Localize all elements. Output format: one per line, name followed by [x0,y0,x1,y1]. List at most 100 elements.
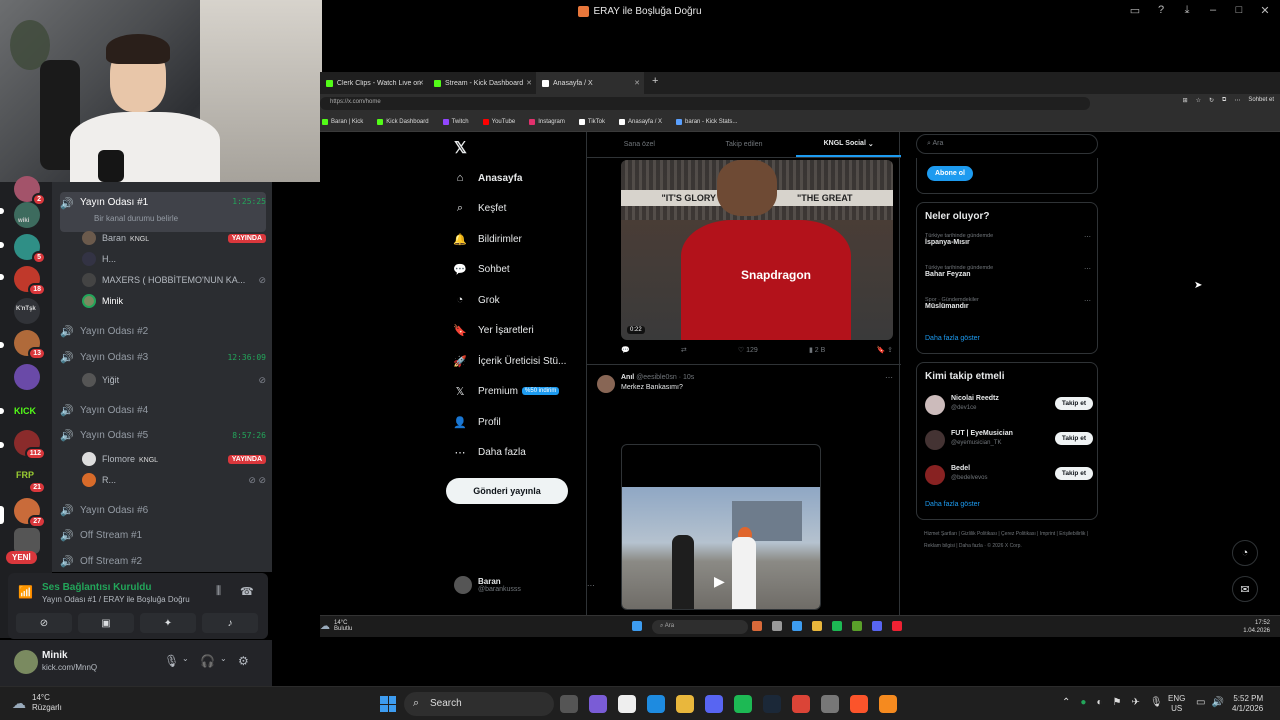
voice-location[interactable]: Yayın Odası #1 / ERAY ile Boşluğa Doğru [42,595,190,604]
user-name[interactable]: Minik [42,650,68,661]
nav-grok[interactable]: ◔ Grok [452,290,500,310]
grok-icon[interactable]: ◔ [1232,540,1258,566]
account-switcher[interactable]: Baran @barankusss ⋯ [454,576,595,594]
weather-widget[interactable]: ☁ 14°C Rüzgarlı [12,693,62,713]
voice-channel[interactable]: 🔊 Yayın Odası #6 [60,498,266,522]
maximize-button[interactable]: □ [1232,4,1246,17]
bookmark[interactable]: Baran | Kick [322,118,363,125]
x-logo-icon[interactable]: 𝕏 [454,138,467,158]
channel-status[interactable]: Bir kanal durumu belirle [94,214,178,223]
store-icon[interactable] [618,695,636,713]
app-icon[interactable] [752,621,762,631]
trend-item[interactable]: Türkiye tarihinde gündemde Bahar Feyzan ⋯ [925,265,1091,278]
message-icon[interactable]: ✉ [1232,576,1258,602]
refresh-icon[interactable]: ↻ [1209,97,1214,104]
bookmark-icon[interactable]: 🔖 ⇪ [876,346,893,354]
copilot-icon[interactable] [589,695,607,713]
spotify-icon[interactable] [832,621,842,631]
app-icon[interactable] [821,695,839,713]
nav-premium[interactable]: 𝕏 Premium %50 indirim [452,381,560,401]
footer-links[interactable]: Hizmet Şartları | Gizlilik Politikası | … [924,528,1100,552]
screen-icon[interactable]: ▭ [1128,4,1142,17]
task-view-icon[interactable] [560,695,578,713]
browser-tab[interactable]: Stream - Kick Dashboard ✕ [428,72,536,94]
avatar[interactable] [597,375,615,393]
more-icon[interactable]: ⋯ [885,373,893,382]
search-input[interactable]: ⌕ Ara [652,620,748,634]
clock[interactable]: 5:52 PM 4/1/2026 [1232,694,1263,714]
bookmark[interactable]: Kick Dashboard [377,118,429,125]
retweet-icon[interactable]: ⇄ [681,346,687,354]
tweet-video[interactable]: ▶ [621,444,821,610]
close-button[interactable]: ✕ [1258,4,1272,17]
voice-user[interactable]: Minik [82,291,266,311]
volume-icon[interactable]: 🔊 [1211,697,1223,708]
discord-icon[interactable] [705,695,723,713]
screen-share-button[interactable]: ▣ [78,613,134,633]
trend-item[interactable]: Spor · Gündemdekiler Müslümandır ⋯ [925,297,1091,310]
more-icon[interactable]: ⋯ [1084,233,1091,241]
edge-icon[interactable] [792,621,802,631]
post-button[interactable]: Gönderi yayınla [446,478,568,504]
copilot-button[interactable]: Sohbet et [1248,97,1274,104]
server-icon[interactable]: 2 [14,176,46,206]
more-icon[interactable]: ⋯ [1084,297,1091,305]
tweet[interactable]: Anıl @eesible0sn · 10s Merkez Bankasımı?… [587,364,901,393]
camera-off-button[interactable]: ⊘ [16,613,72,633]
voice-channel[interactable]: 🔊 Off Stream #2 [60,549,266,573]
follow-button[interactable]: Takip et [1054,397,1093,410]
show-more-link[interactable]: Daha fazla göster [925,501,980,508]
nav-more[interactable]: ⋯ Daha fazla [452,442,526,462]
app-tray-icon[interactable]: ● [1080,697,1086,708]
tab-for-you[interactable]: Sana özel [587,132,692,157]
search-input[interactable]: ⌕ Search [404,692,554,716]
nav-home[interactable]: ⌂ Anasayfa [452,168,523,188]
gear-icon[interactable]: ⚙ [238,654,249,668]
bookmark[interactable]: Twitch [442,118,469,125]
bookmark[interactable]: YouTube [482,118,515,125]
follow-suggestion[interactable]: Bedel @bedelvevos Takip et [925,463,1093,489]
new-tab-button[interactable]: + [644,72,666,94]
voice-channel[interactable]: 🔊 Off Stream #1 [60,523,266,547]
tweet-video[interactable]: "IT'S GLORY "THE GREAT Snapdragon 0:22 [621,160,893,340]
soundboard-button[interactable]: ♪ [202,613,258,633]
play-icon[interactable]: ▶ [714,573,725,590]
bookmark[interactable]: Anasayfa / X [619,118,662,125]
help-icon[interactable]: ? [1154,4,1168,17]
new-badge[interactable]: YENİ [6,551,37,564]
voice-channel[interactable]: 🔊 Yayın Odası #3 12:36:09 [60,345,266,369]
server-icon[interactable]: 13 [14,330,46,360]
headphones-icon[interactable]: 🎧 [200,654,215,668]
folder-icon[interactable] [812,621,822,631]
follow-button[interactable]: Takip et [1054,432,1093,445]
server-icon[interactable] [14,364,40,390]
voice-channel[interactable]: 🔊 Yayın Odası #5 8:57:26 [60,423,266,447]
nav-chat[interactable]: 💬 Sohbet [452,259,510,279]
brave-icon[interactable] [850,695,868,713]
server-icon[interactable]: FRP 21 [14,464,46,494]
nav-notifications[interactable]: 🔔 Bildirimler [452,229,522,249]
show-more-link[interactable]: Daha fazla göster [925,335,980,342]
voice-user[interactable]: Flomore KNGL YAYINDA [82,449,266,469]
star-icon[interactable]: ☆ [1196,97,1201,104]
more-icon[interactable]: ⋯ [1084,265,1091,273]
language-indicator[interactable]: ENG US [1168,694,1185,714]
voice-channel-active[interactable]: 🔊 Yayın Odası #1 1:25:25 Bir kanal durum… [60,192,266,232]
weather-widget[interactable]: ☁ 14°C Bulutlu [320,620,352,632]
menu-icon[interactable]: ⋯ [1234,97,1240,104]
voice-status[interactable]: Ses Bağlantısı Kuruldu [42,582,151,593]
voice-channel[interactable]: 🔊 Yayın Odası #2 [60,319,266,343]
browser-tab-active[interactable]: Anasayfa / X ✕ [536,72,644,94]
bookmark[interactable]: baran - Kick Stats... [676,118,737,125]
chevron-down-icon[interactable]: ⌄ [220,654,227,663]
disconnect-icon[interactable]: ☎ [240,585,254,598]
app-tray-icon[interactable]: ✈ [1131,697,1139,708]
address-bar[interactable]: https://x.com/home [320,97,1090,110]
chevron-up-icon[interactable]: ⌃ [1062,697,1070,708]
browser-tab[interactable]: Clerk Clips - Watch Live on Kick ✕ [320,72,428,94]
nav-bookmarks[interactable]: 🔖 Yer İşaretleri [452,320,534,340]
close-icon[interactable]: ✕ [634,79,640,87]
server-icon[interactable]: 5 [14,234,46,264]
voice-user[interactable]: Baran KNGL YAYINDA [82,228,266,248]
steam-icon[interactable] [763,695,781,713]
